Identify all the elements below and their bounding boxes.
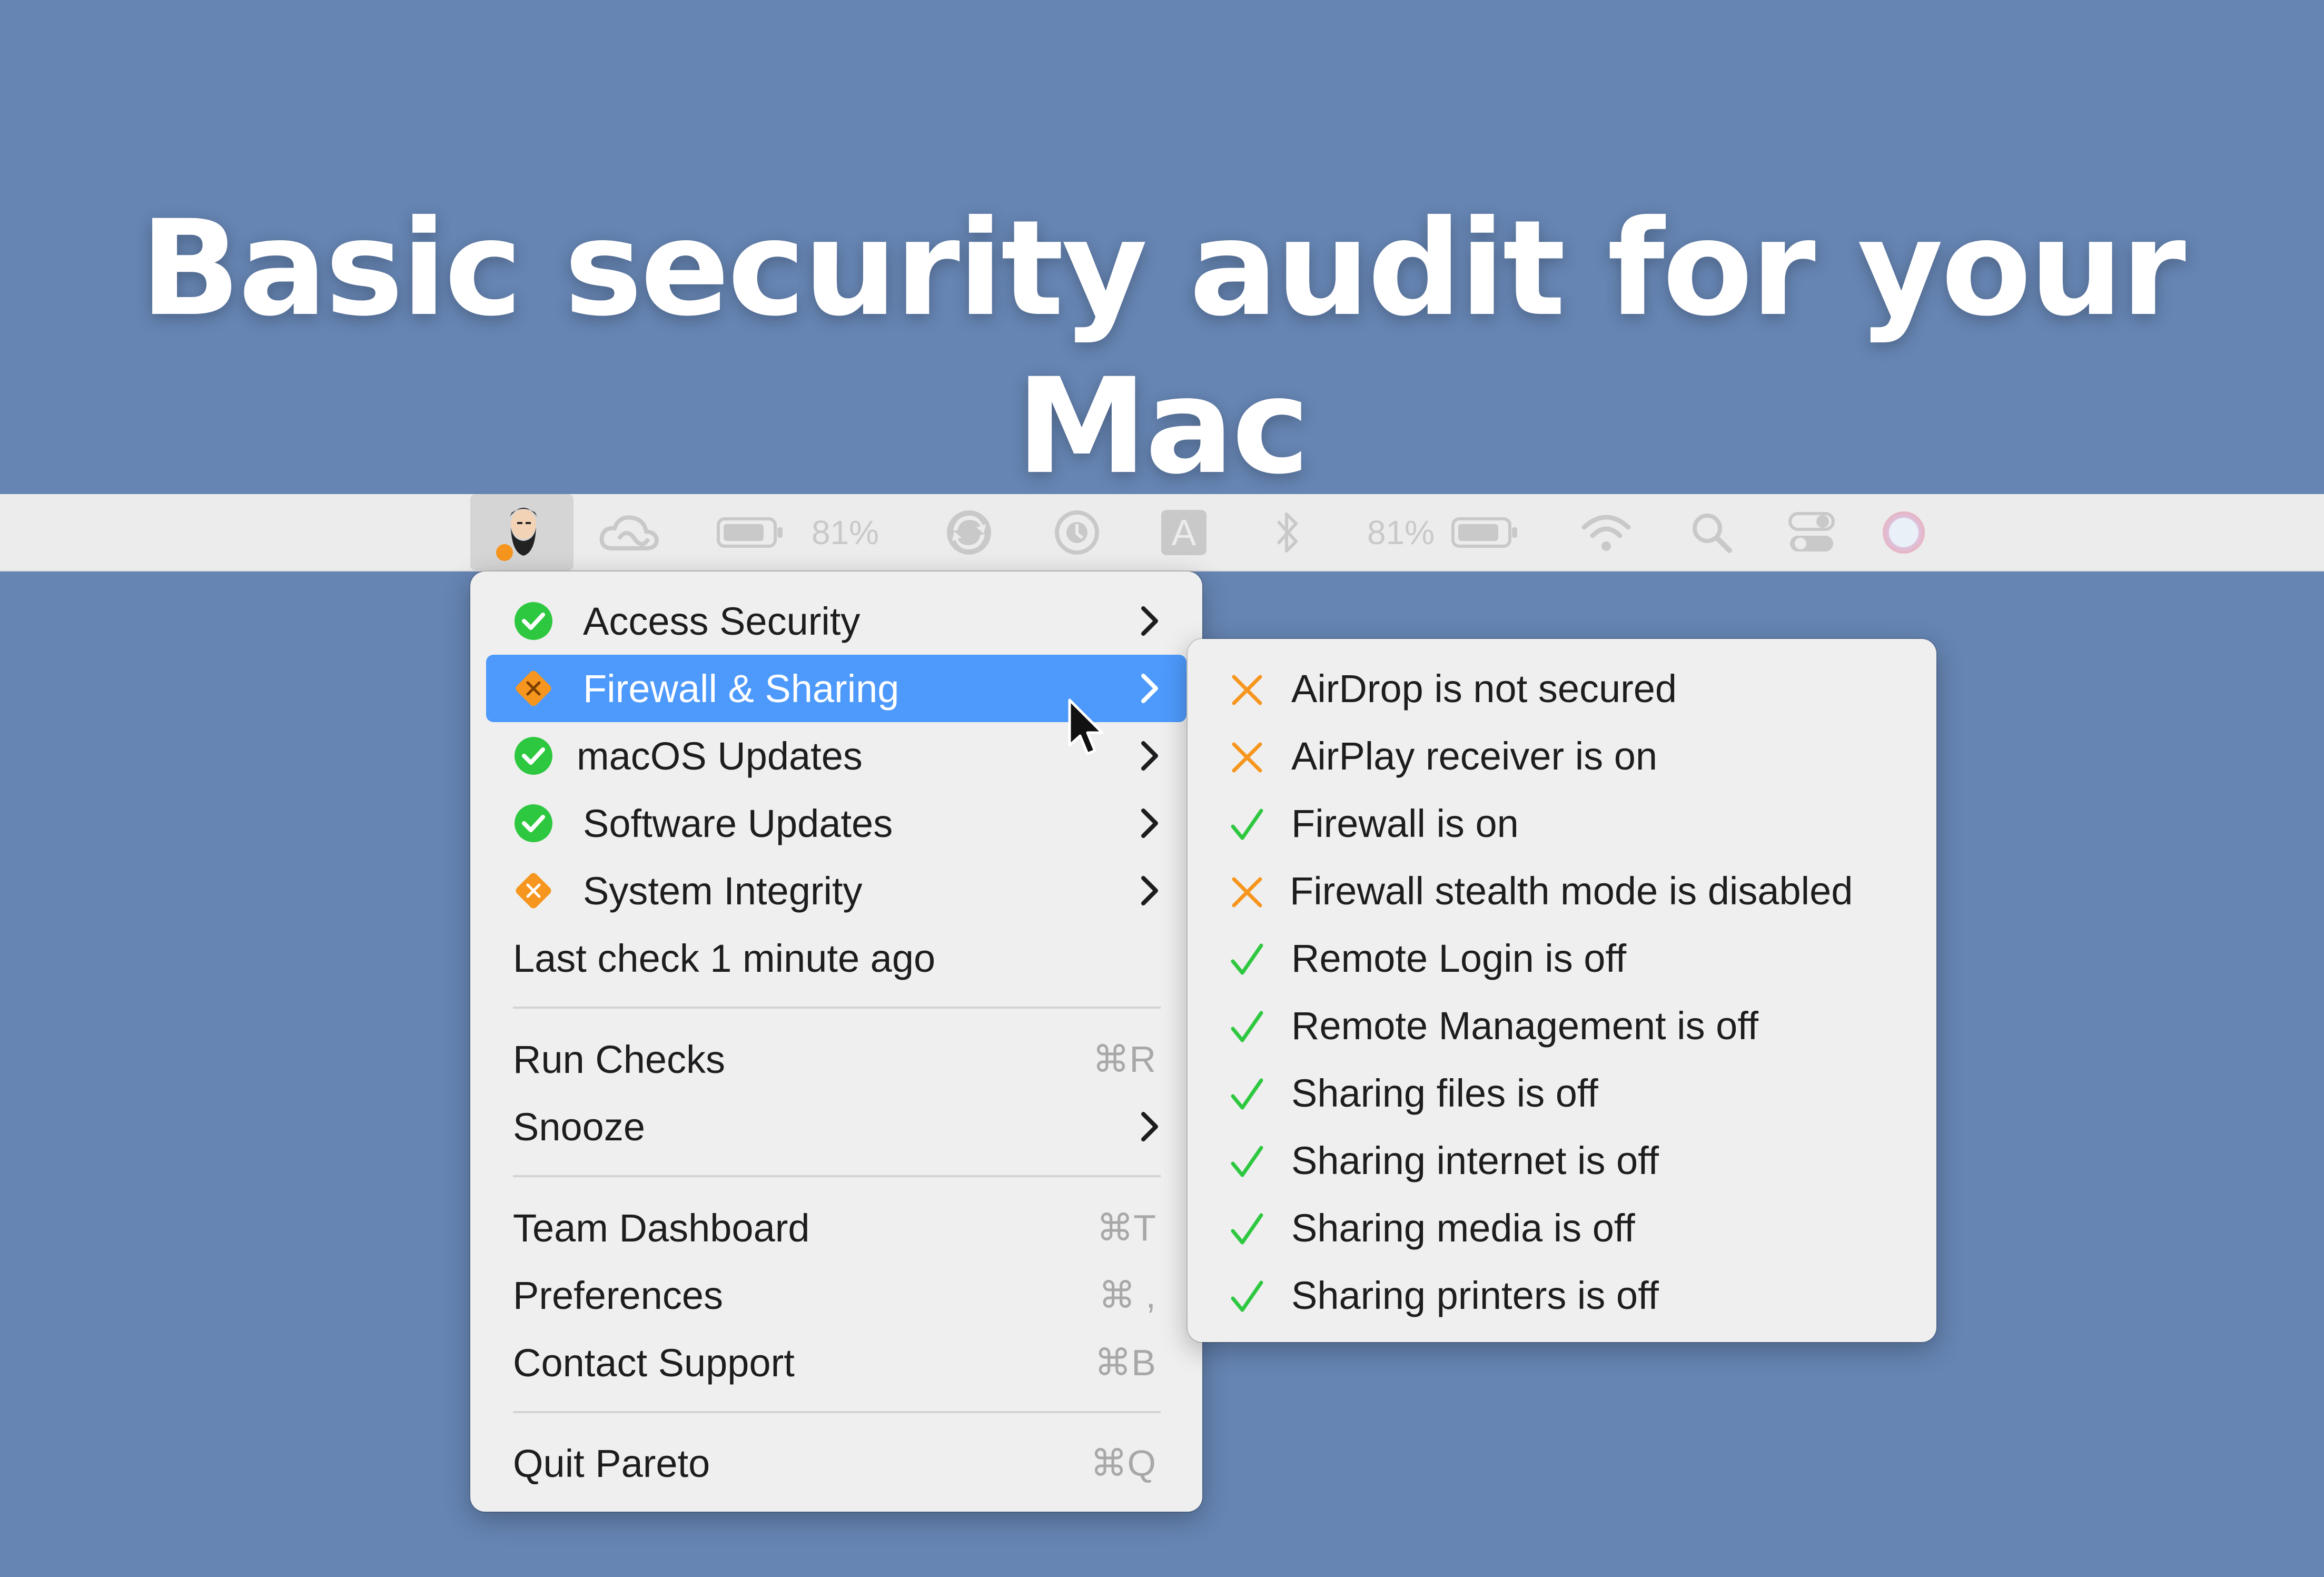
keyboard-shortcut: ⌘ ,: [1099, 1275, 1156, 1316]
last-check-label: Last check 1 minute ago: [513, 936, 936, 980]
menu-item-label: macOS Updates: [577, 734, 863, 778]
keyboard-shortcut: ⌘T: [1096, 1207, 1156, 1248]
submenu-item-label: AirDrop is not secured: [1291, 666, 1677, 711]
submenu-item-firewall[interactable]: Firewall is on: [1188, 790, 1936, 857]
spotlight-search-icon[interactable]: [1685, 494, 1738, 570]
orange-warning-diamond-icon: [516, 873, 551, 909]
keyboard-shortcut: ⌘B: [1094, 1342, 1156, 1383]
menu-item-run-checks[interactable]: Run Checks ⌘R: [486, 1026, 1186, 1093]
menu-item-label: Run Checks: [513, 1037, 726, 1081]
pareto-avatar-icon: [496, 507, 537, 561]
green-checkmark-icon: [1231, 1213, 1263, 1245]
submenu-item-label: Sharing internet is off: [1291, 1138, 1659, 1182]
menu-item-software-updates[interactable]: Software Updates: [486, 790, 1186, 857]
menu-item-label: Team Dashboard: [513, 1206, 810, 1250]
submenu-item-label: Sharing files is off: [1291, 1071, 1598, 1115]
page-headline: Basic security audit for your Mac: [140, 192, 2186, 503]
battery-percent-right: 81%: [1367, 513, 1435, 551]
menu-item-label: Snooze: [513, 1105, 645, 1149]
submenu-item-airplay[interactable]: AirPlay receiver is on: [1188, 722, 1936, 790]
chevron-right-icon: [1141, 876, 1158, 905]
menu-bar: 81% A 81%: [0, 494, 2324, 571]
pareto-menubar-icon[interactable]: [470, 494, 573, 570]
submenu-item-sharing-files[interactable]: Sharing files is off: [1188, 1059, 1936, 1127]
green-checkmark-icon: [1231, 1011, 1263, 1042]
firewall-sharing-submenu: AirDrop is not secured AirPlay receiver …: [1188, 639, 1936, 1342]
submenu-item-remote-login[interactable]: Remote Login is off: [1188, 924, 1936, 992]
green-check-circle-icon: [515, 737, 552, 775]
menu-item-access-security[interactable]: Access Security: [486, 587, 1186, 655]
mouse-pointer-icon: [1068, 698, 1104, 755]
chevron-right-icon: [1141, 606, 1158, 636]
menu-item-label: System Integrity: [583, 869, 863, 913]
chevron-right-icon: [1141, 674, 1158, 703]
menu-item-label: Preferences: [513, 1273, 723, 1317]
submenu-item-label: AirPlay receiver is on: [1291, 734, 1658, 778]
menu-divider: [513, 1007, 1161, 1009]
battery-icon-2[interactable]: [1446, 494, 1525, 570]
submenu-item-sharing-printers[interactable]: Sharing printers is off: [1188, 1261, 1936, 1329]
menu-item-label: Quit Pareto: [513, 1441, 710, 1485]
green-check-circle-icon: [515, 602, 552, 640]
battery-icon: [714, 494, 787, 570]
submenu-item-remote-management[interactable]: Remote Management is off: [1188, 992, 1936, 1059]
submenu-item-label: Remote Management is off: [1291, 1003, 1759, 1048]
submenu-item-label: Sharing printers is off: [1291, 1273, 1659, 1317]
green-checkmark-icon: [1231, 943, 1263, 975]
green-checkmark-icon: [1231, 1146, 1263, 1177]
orange-cross-icon: [1232, 877, 1262, 908]
submenu-item-sharing-media[interactable]: Sharing media is off: [1188, 1194, 1936, 1261]
bluetooth-icon[interactable]: [1267, 494, 1309, 570]
input-source-letter: A: [1161, 509, 1206, 555]
creative-cloud-icon[interactable]: [592, 494, 666, 570]
menu-item-contact-support[interactable]: Contact Support ⌘B: [486, 1329, 1186, 1396]
chevron-right-icon: [1141, 1112, 1158, 1141]
green-check-circle-icon: [515, 804, 552, 842]
submenu-item-firewall-stealth[interactable]: Firewall stealth mode is disabled: [1188, 857, 1936, 924]
menu-item-label: Access Security: [583, 599, 861, 643]
last-check-status: Last check 1 minute ago: [486, 924, 1186, 992]
submenu-item-sharing-internet[interactable]: Sharing internet is off: [1188, 1127, 1936, 1194]
sync-icon[interactable]: [943, 494, 995, 570]
control-center-icon[interactable]: [1783, 494, 1841, 570]
chevron-right-icon: [1141, 809, 1158, 838]
keyboard-shortcut: ⌘R: [1092, 1039, 1156, 1080]
green-checkmark-icon: [1231, 1280, 1263, 1312]
keyboard-shortcut: ⌘Q: [1090, 1443, 1156, 1484]
menu-item-snooze[interactable]: Snooze: [486, 1093, 1186, 1160]
orange-cross-icon: [1232, 742, 1262, 773]
menu-item-preferences[interactable]: Preferences ⌘ ,: [486, 1261, 1186, 1329]
green-checkmark-icon: [1231, 809, 1263, 840]
green-checkmark-icon: [1231, 1078, 1263, 1110]
orange-warning-diamond-icon: [516, 671, 551, 706]
menu-divider: [513, 1175, 1161, 1177]
orange-cross-icon: [1232, 675, 1262, 705]
menu-item-quit[interactable]: Quit Pareto ⌘Q: [486, 1430, 1186, 1497]
chevron-right-icon: [1141, 741, 1158, 771]
wifi-icon[interactable]: [1577, 494, 1635, 570]
submenu-item-label: Remote Login is off: [1291, 936, 1627, 980]
menu-item-label: Software Updates: [583, 801, 893, 845]
menu-divider: [513, 1411, 1161, 1413]
time-machine-icon[interactable]: [1051, 494, 1103, 570]
menu-item-system-integrity[interactable]: System Integrity: [486, 857, 1186, 924]
battery-percent-left: 81%: [811, 513, 879, 551]
input-source-icon[interactable]: A: [1158, 494, 1210, 570]
submenu-item-airdrop[interactable]: AirDrop is not secured: [1188, 655, 1936, 722]
submenu-item-label: Firewall stealth mode is disabled: [1290, 869, 1853, 913]
menu-item-label: Firewall & Sharing: [583, 666, 899, 711]
menu-item-label: Contact Support: [513, 1341, 795, 1385]
submenu-item-label: Sharing media is off: [1291, 1206, 1635, 1250]
menu-item-team-dashboard[interactable]: Team Dashboard ⌘T: [486, 1194, 1186, 1261]
siri-icon[interactable]: [1877, 494, 1930, 570]
submenu-item-label: Firewall is on: [1291, 801, 1519, 845]
